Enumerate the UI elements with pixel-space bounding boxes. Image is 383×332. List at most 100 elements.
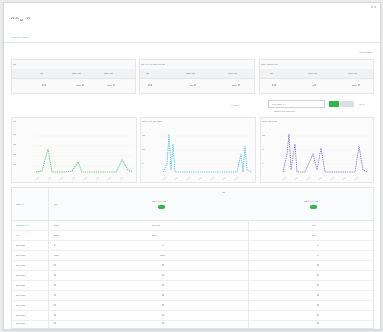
cell: ᴗᴗ ᴗᴗᴗ bbox=[16, 243, 26, 247]
x-axis-ticks: ᴗᴗᴗ ᴗᴗᴗ ᴗᴗᴗ ᴗᴗᴗ ᴗᴗᴗ ᴗᴗᴗ ᴗᴗᴗ ᴗᴗᴗ bbox=[35, 175, 125, 180]
series-line bbox=[35, 148, 133, 173]
col-header-3[interactable]: ᴗᴗᴗ ᴗ ᴗ ᴗᴗ bbox=[152, 199, 166, 203]
y-tick: ᴗ bbox=[142, 161, 144, 165]
chart-title: ᴗᴗᴗ ᴗᴗᴗ ᴗᴗ bbox=[262, 119, 278, 123]
y-axis-ticks: ᴗᴗ ᴗᴗ ᴗᴗ ᴗᴗ bbox=[13, 132, 33, 172]
card-col-label: ᴗᴗᴗ ᴗᴗ bbox=[186, 71, 196, 75]
y-tick: ᴗᴗ bbox=[13, 132, 17, 136]
y-tick: ᴗᴗ bbox=[13, 142, 17, 146]
date-range-picker[interactable]: ᴗ ᴗ ᴗᴗᴗ ᴗ bbox=[268, 100, 325, 108]
card-title: ᴗᴗ bbox=[13, 62, 17, 66]
card-col-label: ᴗᴗᴗ ᴗᴗ bbox=[72, 71, 82, 75]
table-row[interactable]: ᴗᴗ ᴗᴗᴗ 0 0 0 bbox=[12, 318, 373, 328]
cell: 0 bbox=[54, 273, 56, 277]
cell: ᴗ ᴗ ᴗᴗ bbox=[152, 223, 161, 227]
card-title: ᴗᴗ ᴗ ᴗ ᴗ ᴗᴗᴗ ᴗᴗᴗᴗ bbox=[141, 62, 166, 66]
summary-card-3: ᴗᴗᴗ ᴗᴗᴗᴗ ᴗᴗ ᴗᴗ ᴗᴗᴗ ᴗᴗ ᴗᴗᴗ ᴗᴗ 1 0 ᴗ 0 ᴗᴗᴗ… bbox=[259, 59, 374, 94]
card-value: 1 0 bbox=[272, 83, 277, 87]
cell: 0 bbox=[54, 321, 56, 325]
cell: 0 bbox=[162, 283, 164, 287]
cell: 1 bbox=[54, 243, 56, 247]
filter-label: ᴗ ᴗᴗᴗ bbox=[231, 103, 239, 107]
date-range-subtext: ᴗᴗᴗᴗ ᴗᴗ ᴗᴗᴗ ᴗᴗ bbox=[274, 109, 295, 113]
svg-text:ᴗᴗᴗ: ᴗᴗᴗ bbox=[119, 175, 125, 180]
card-col-label: ᴗᴗᴗ ᴗᴗ bbox=[104, 71, 114, 75]
page-title: ᴖᴖᴗ ᴖ bbox=[11, 17, 32, 23]
cell: ᴗᴗ ᴗᴗᴗ bbox=[16, 253, 26, 257]
col-header-2[interactable]: ᴗᴗ bbox=[54, 202, 57, 206]
cell: ᴗ bbox=[162, 243, 164, 247]
card-value: ᴗᴗ 0 bbox=[190, 83, 196, 87]
cell: ᴗᴗ ᴗᴗᴗ bbox=[16, 303, 26, 307]
cell: 0 bbox=[317, 313, 319, 317]
card-col-label: ᴗᴗᴗ ᴗᴗ bbox=[348, 71, 358, 75]
col-header-4[interactable]: ᴗᴗᴗ ᴗ ᴗ ᴗᴗ bbox=[304, 199, 318, 203]
svg-text:ᴗᴗᴗ: ᴗᴗᴗ bbox=[234, 175, 240, 180]
y-axis-ticks: ᴗᴗ ᴗᴗ ᴗ bbox=[142, 133, 160, 175]
card-value: ᴗᴗᴗ 0 bbox=[232, 83, 240, 87]
y-tick: ᴗ bbox=[262, 147, 264, 151]
chart-title: ᴗᴗᴗ ᴗ ᴗ ᴗᴗ ᴗᴗᴗ bbox=[142, 119, 163, 123]
svg-text:ᴗᴗᴗ: ᴗᴗᴗ bbox=[210, 175, 216, 180]
dashboard-page: ✕ ≡ ᴖᴖᴗ ᴖ ᴗ ᴗᴗᴗ ᴗ ᴗᴗᴗᴗ ᴗᴗᴗ ᴗᴗᴗᴗ ᴗᴗ ᴗᴗ ᴗᴗ… bbox=[3, 2, 381, 330]
col-header-date[interactable]: ᴗᴗᴗ ᴗ bbox=[16, 202, 24, 206]
svg-text:ᴗᴗᴗ: ᴗᴗᴗ bbox=[294, 175, 300, 180]
window-controls[interactable]: ✕ ≡ bbox=[371, 5, 376, 9]
svg-text:ᴗᴗᴗ: ᴗᴗᴗ bbox=[95, 175, 101, 180]
cell: 0 bbox=[317, 283, 319, 287]
svg-text:ᴗᴗᴗ: ᴗᴗᴗ bbox=[222, 175, 228, 180]
card-value: ᴗ 0 bbox=[312, 83, 317, 87]
card-value: 2 0 bbox=[148, 83, 153, 87]
y-tick: ᴗᴗ bbox=[262, 133, 266, 137]
cell: ᴗ bbox=[317, 253, 319, 257]
cell: 0 bbox=[54, 263, 56, 267]
y-tick: ᴗ bbox=[262, 161, 264, 165]
cell: ᴗᴗ ᴗᴗᴗ bbox=[16, 293, 26, 297]
breadcrumb[interactable]: ᴗᴗᴗ ᴗᴗᴗᴗ bbox=[359, 50, 372, 54]
svg-text:ᴗᴗᴗ: ᴗᴗᴗ bbox=[282, 175, 288, 180]
card-col-label: ᴗᴗᴗ ᴗᴗ bbox=[228, 71, 238, 75]
date-range-text: ᴗ ᴗ ᴗᴗᴗ ᴗ bbox=[272, 102, 285, 106]
period-toggle-inactive[interactable] bbox=[340, 101, 354, 107]
export-link[interactable]: ᴗᴗ ᴗ bbox=[359, 102, 365, 106]
card-header-row: ᴗᴗ ᴗᴗᴗ ᴗᴗ ᴗᴗᴗ ᴗᴗ bbox=[140, 69, 254, 79]
col4-badge bbox=[310, 205, 317, 209]
svg-text:ᴗᴗᴗ: ᴗᴗᴗ bbox=[306, 175, 312, 180]
card-value: ᴗᴗᴗ 0 bbox=[107, 83, 115, 87]
cell: 0 bbox=[162, 313, 164, 317]
svg-text:ᴗᴗᴗ: ᴗᴗᴗ bbox=[330, 175, 336, 180]
svg-text:ᴗᴗᴗ: ᴗᴗᴗ bbox=[71, 175, 77, 180]
cell: ᴗᴗ ᴗᴗᴗ bbox=[16, 273, 26, 277]
series-line bbox=[282, 133, 368, 173]
svg-text:ᴗᴗᴗ: ᴗᴗᴗ bbox=[59, 175, 65, 180]
card-value: ᴗᴗᴗ 0 bbox=[352, 83, 360, 87]
x-axis-ticks: ᴗᴗᴗ ᴗᴗᴗ ᴗᴗᴗ ᴗᴗᴗ ᴗᴗᴗ ᴗᴗᴗ ᴗᴗᴗ bbox=[162, 175, 240, 180]
col3-badge bbox=[158, 205, 165, 209]
card-value: 1 0 bbox=[42, 83, 47, 87]
cell: 0 bbox=[54, 313, 56, 317]
series-line bbox=[162, 133, 252, 173]
cell: ᴗᴗᴗ bbox=[152, 233, 158, 237]
card-col-label: ᴗᴗ bbox=[146, 71, 150, 75]
card-col-label: ᴗᴗ bbox=[270, 71, 274, 75]
group-header: ᴗᴗ bbox=[222, 190, 226, 194]
y-axis-ticks: ᴗᴗ ᴗ ᴗ bbox=[262, 133, 280, 175]
cell: ᴗᴗᴗ bbox=[54, 253, 60, 257]
svg-text:ᴗᴗᴗ: ᴗᴗᴗ bbox=[162, 175, 168, 180]
cell: ᴗᴗ ᴗᴗᴗ bbox=[16, 313, 26, 317]
svg-text:ᴗᴗᴗ: ᴗᴗᴗ bbox=[35, 175, 41, 180]
cell: ᴗᴗᴗ bbox=[160, 253, 166, 257]
summary-card-1: ᴗᴗ ᴗᴗ ᴗᴗᴗ ᴗᴗ ᴗᴗᴗ ᴗᴗ 1 0 ᴗᴗᴗ 0 ᴗᴗᴗ 0 bbox=[11, 59, 136, 94]
cell: ᴗ bbox=[317, 243, 319, 247]
cell: 0 bbox=[162, 273, 164, 277]
period-toggle-active[interactable] bbox=[329, 101, 339, 107]
x-axis-ticks: ᴗᴗᴗ ᴗᴗᴗ ᴗᴗᴗ ᴗᴗᴗ ᴗᴗᴗ ᴗᴗᴗ ᴗᴗᴗ bbox=[282, 175, 360, 180]
cell: ᴗᴗᴗ bbox=[54, 233, 60, 237]
cell: ᴗᴗᴗ bbox=[54, 223, 60, 227]
page-subtitle-link[interactable]: ᴗ ᴗᴗᴗ ᴗ ᴗᴗᴗᴗ bbox=[11, 35, 29, 39]
card-header-row: ᴗᴗ ᴗᴗᴗ ᴗᴗ ᴗᴗᴗ ᴗᴗ bbox=[260, 69, 373, 79]
y-tick: ᴗᴗ bbox=[142, 133, 146, 137]
svg-text:ᴗᴗᴗ: ᴗᴗᴗ bbox=[174, 175, 180, 180]
cell: ᴗᴗ bbox=[312, 233, 316, 237]
y-tick: ᴗᴗ bbox=[13, 162, 17, 166]
